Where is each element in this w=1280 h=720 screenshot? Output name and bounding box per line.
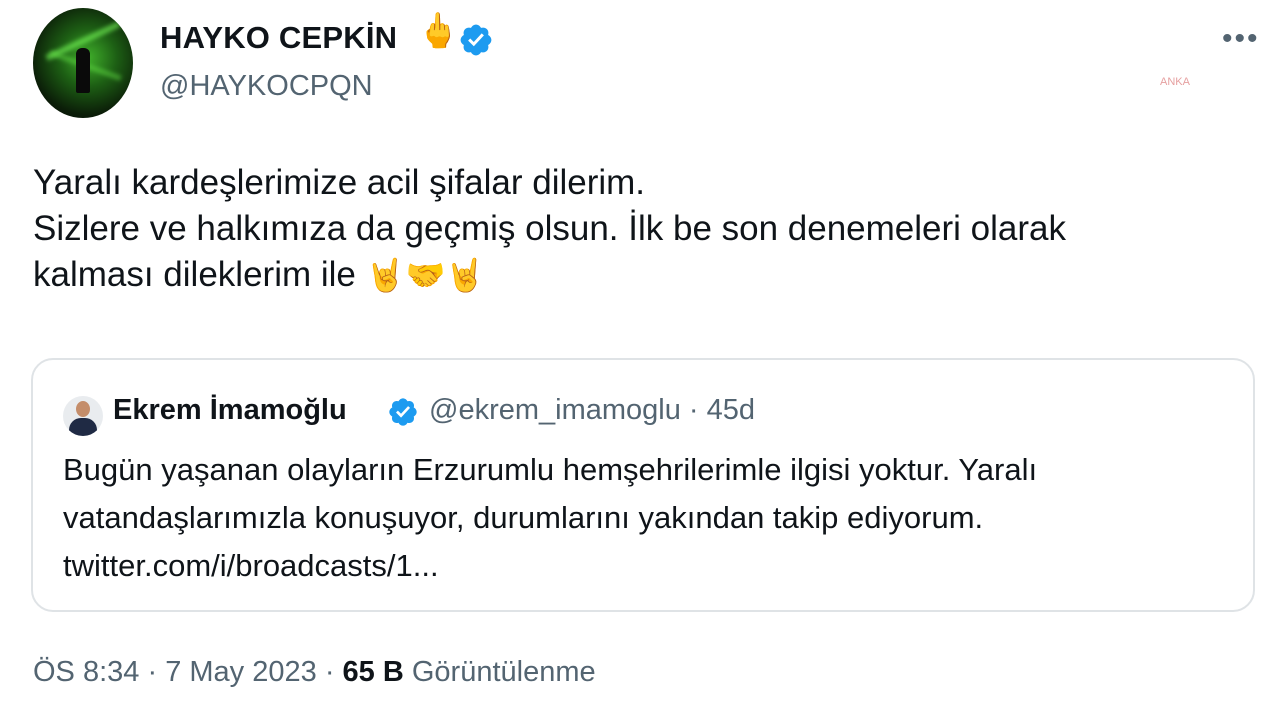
handshake-emoji: 🤝 [405,257,446,293]
quoted-line: Bugün yaşanan olayların Erzurumlu hemşeh… [63,452,1038,487]
tweet-line: Sizlere ve halkımıza da geçmiş olsun. İl… [33,209,1066,248]
quoted-tweet-card[interactable]: Ekrem İmamoğlu @ekrem_imamoglu · 45d Bug… [31,358,1255,612]
meta-separator: · [688,394,699,426]
verified-badge-icon [389,398,417,426]
rock-hand-emoji: 🤘 [445,257,486,293]
tweet-line: kalması dileklerim ile 🤘🤝🤘 [33,252,1233,298]
tweet-time[interactable]: ÖS 8:34 [33,656,139,688]
avatar-body [69,418,97,436]
author-handle[interactable]: @HAYKOCPQN [160,70,373,103]
more-options-icon[interactable]: ••• [1222,22,1260,56]
tweet-body: Yaralı kardeşlerimize acil şifalar diler… [33,160,1233,298]
author-name[interactable]: HAYKO CEPKİN [160,20,397,56]
tweet-line: Yaralı kardeşlerimize acil şifalar diler… [33,163,646,202]
rock-hand-emoji: 🤘 [365,257,406,293]
quoted-author-handle[interactable]: @ekrem_imamoglu [429,394,681,426]
finger-emoji: 🖕 [417,12,460,50]
footer-separator: · [147,656,158,688]
views-count: 65 B [342,656,404,688]
quoted-author-name[interactable]: Ekrem İmamoğlu [113,394,347,427]
quoted-author-avatar[interactable] [63,396,103,436]
quoted-line: vatandaşlarımızla konuşuyor, durumlarını… [63,500,984,535]
quoted-meta: @ekrem_imamoglu · 45d [429,394,755,427]
tweet-footer: ÖS 8:34 · 7 May 2023 · 65 B Görüntülenme [33,656,596,689]
avatar-figure [76,48,90,93]
views-label: Görüntülenme [411,656,596,688]
avatar-head [76,401,90,417]
verified-badge-icon [460,24,492,56]
quoted-age[interactable]: 45d [707,394,755,426]
tweet-date[interactable]: 7 May 2023 [165,656,317,688]
quoted-link[interactable]: twitter.com/i/broadcasts/1... [63,542,1243,590]
tweet-line-text: kalması dileklerim ile [33,255,356,294]
author-avatar[interactable] [33,8,133,118]
footer-separator: · [324,656,335,688]
quoted-body: Bugün yaşanan olayların Erzurumlu hemşeh… [63,446,1243,590]
watermark: ANKA [1160,76,1190,88]
